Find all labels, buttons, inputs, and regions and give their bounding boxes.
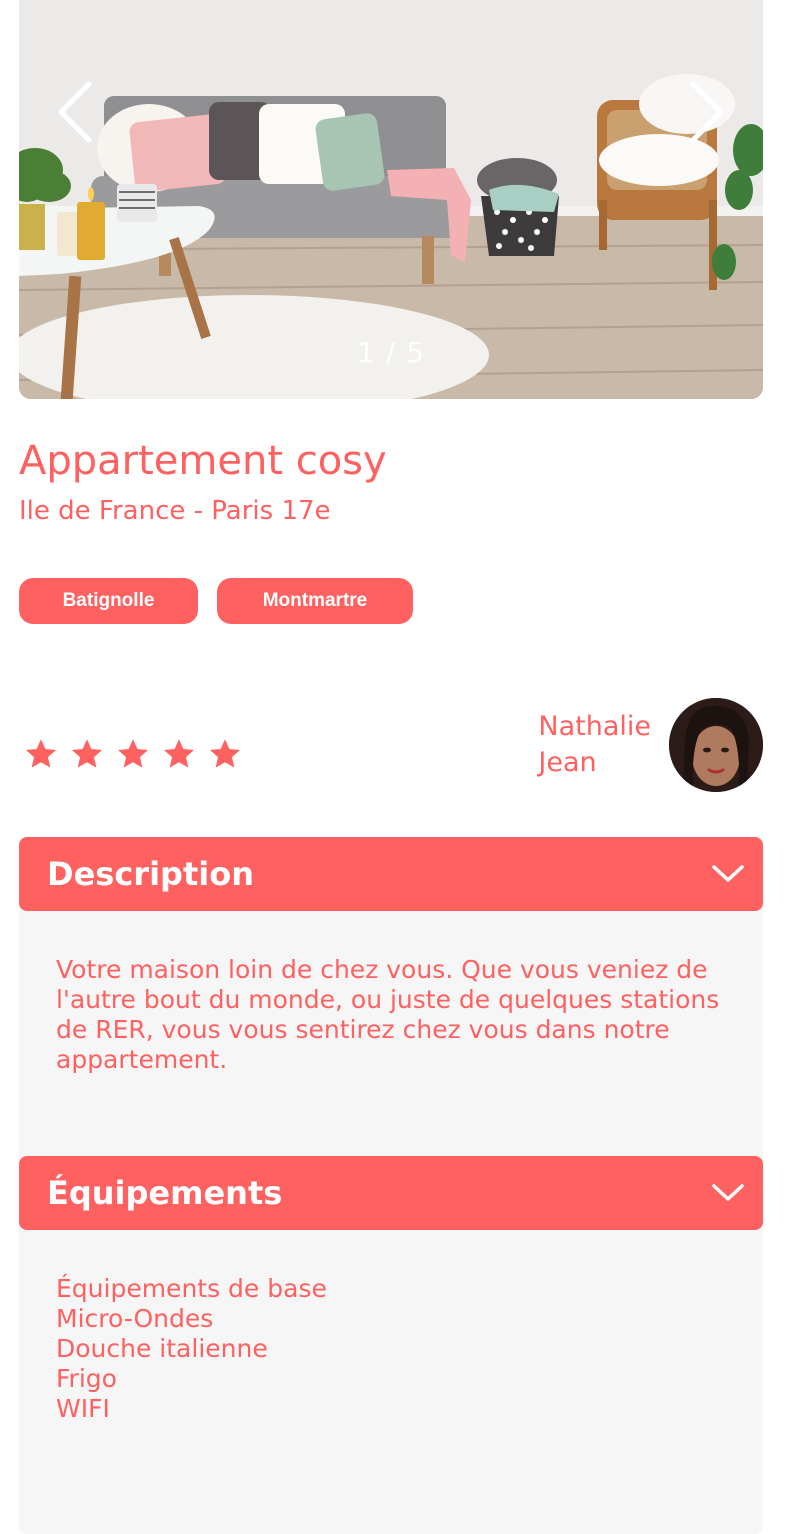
equipments-toggle[interactable]: Équipements <box>19 1156 763 1230</box>
photo-carousel: 1 / 5 <box>19 0 763 399</box>
listing-location: Ile de France - Paris 17e <box>19 496 331 526</box>
host-info: Nathalie Jean <box>538 698 763 792</box>
listing-title: Appartement cosy <box>19 438 387 484</box>
description-toggle[interactable]: Description <box>19 837 763 911</box>
chevron-down-icon <box>712 1184 744 1201</box>
star-icon <box>163 739 195 768</box>
description-body: Votre maison loin de chez vous. Que vous… <box>19 905 763 1193</box>
description-text: Votre maison loin de chez vous. Que vous… <box>56 955 720 1074</box>
description-collapse: Description Votre maison loin de chez vo… <box>19 837 763 1193</box>
carousel-prev-button[interactable] <box>45 72 105 152</box>
equipment-item: Frigo <box>56 1364 117 1393</box>
carousel-next-button[interactable] <box>677 72 737 152</box>
host-name: Nathalie Jean <box>538 709 651 781</box>
rating-stars <box>24 737 242 771</box>
host-first-name: Nathalie <box>538 711 651 742</box>
equipment-item: Douche italienne <box>56 1334 268 1363</box>
equipment-item: WIFI <box>56 1394 110 1423</box>
chevron-left-icon <box>58 81 92 143</box>
tag-batignolle: Batignolle <box>19 578 198 624</box>
equipments-collapse: Équipements Équipements de base Micro-On… <box>19 1156 763 1534</box>
star-icon <box>71 739 103 768</box>
chevron-right-icon <box>690 81 724 143</box>
equipments-body: Équipements de base Micro-Ondes Douche i… <box>19 1224 763 1534</box>
host-avatar-image <box>669 698 763 792</box>
description-title: Description <box>47 855 254 893</box>
equipment-item: Micro-Ondes <box>56 1304 214 1333</box>
avatar <box>669 698 763 792</box>
equipment-item: Équipements de base <box>56 1274 327 1303</box>
host-last-name: Jean <box>538 747 597 778</box>
star-icon <box>209 739 241 768</box>
tag-list: Batignolle Montmartre <box>19 578 413 624</box>
star-icon <box>25 739 57 768</box>
equipments-title: Équipements <box>47 1174 283 1212</box>
carousel-counter: 1 / 5 <box>357 336 425 369</box>
star-icon <box>117 739 149 768</box>
chevron-down-icon <box>712 865 744 882</box>
tag-montmartre: Montmartre <box>217 578 413 624</box>
